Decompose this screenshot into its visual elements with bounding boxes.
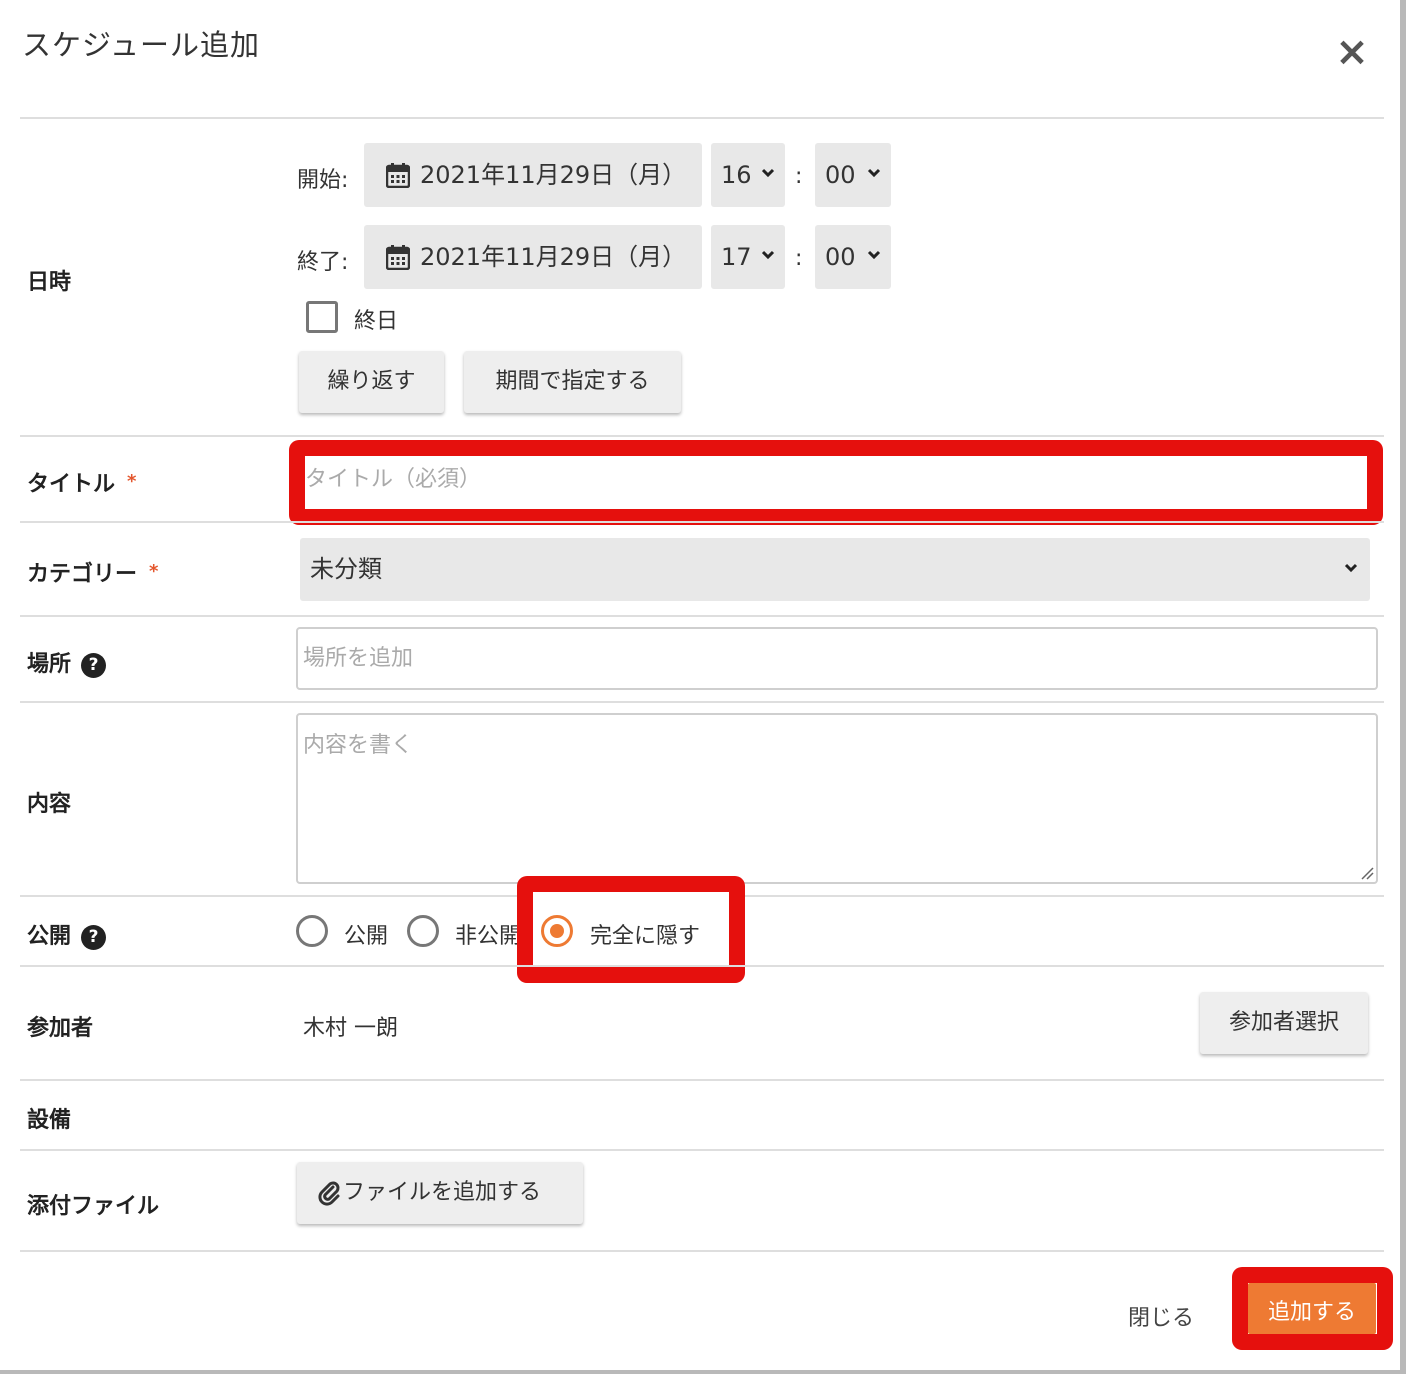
start-minute-select[interactable]: 00 bbox=[815, 143, 891, 207]
chevron-down-icon bbox=[867, 168, 881, 178]
all-day-label: 終日 bbox=[354, 309, 399, 334]
chevron-down-icon bbox=[867, 250, 881, 260]
visibility-label: 公開? bbox=[27, 918, 107, 950]
title-label-text: タイトル bbox=[27, 472, 116, 497]
end-label: 終了: bbox=[297, 250, 349, 275]
schedule-dialog: スケジュール追加 × 日時 開始: 2021年11月29日（月） 16 : 00… bbox=[0, 0, 1400, 1370]
required-mark: * bbox=[149, 561, 159, 582]
select-participants-button[interactable]: 参加者選択 bbox=[1200, 992, 1368, 1054]
divider bbox=[20, 701, 1384, 703]
add-file-label: ファイルを追加する bbox=[343, 1180, 542, 1205]
add-file-button[interactable]: ファイルを追加する bbox=[297, 1162, 583, 1224]
radio-hide-completely-label: 完全に隠す bbox=[590, 924, 701, 949]
category-label-text: カテゴリー bbox=[27, 562, 138, 587]
location-label-text: 場所 bbox=[27, 652, 72, 677]
end-date-value: 2021年11月29日（月） bbox=[420, 243, 687, 271]
divider bbox=[20, 521, 1384, 523]
dialog-title: スケジュール追加 bbox=[22, 28, 260, 62]
equipment-label: 設備 bbox=[27, 1108, 72, 1133]
add-button[interactable]: 追加する bbox=[1248, 1283, 1376, 1334]
end-hour-value: 17 bbox=[721, 243, 752, 271]
radio-private[interactable] bbox=[407, 915, 439, 947]
datetime-label: 日時 bbox=[27, 270, 72, 295]
location-label: 場所? bbox=[27, 646, 107, 678]
all-day-checkbox[interactable] bbox=[306, 301, 338, 333]
start-date-picker[interactable]: 2021年11月29日（月） bbox=[364, 143, 702, 207]
help-icon[interactable]: ? bbox=[81, 653, 107, 678]
end-date-picker[interactable]: 2021年11月29日（月） bbox=[364, 225, 702, 289]
time-separator: : bbox=[795, 246, 803, 271]
participants-label: 参加者 bbox=[27, 1016, 94, 1041]
divider bbox=[20, 117, 1384, 119]
category-value: 未分類 bbox=[310, 555, 382, 583]
end-minute-select[interactable]: 00 bbox=[815, 225, 891, 289]
start-minute-value: 00 bbox=[825, 161, 856, 189]
time-separator: : bbox=[795, 164, 803, 189]
close-button[interactable]: 閉じる bbox=[1128, 1300, 1194, 1332]
paperclip-icon bbox=[318, 1181, 340, 1206]
visibility-label-text: 公開 bbox=[27, 924, 72, 949]
radio-public-label: 公開 bbox=[344, 924, 389, 949]
start-hour-value: 16 bbox=[721, 161, 752, 189]
location-placeholder: 場所を追加 bbox=[303, 646, 414, 671]
start-label: 開始: bbox=[297, 168, 349, 193]
location-input[interactable]: 場所を追加 bbox=[296, 627, 1378, 690]
chevron-down-icon bbox=[1344, 563, 1358, 573]
category-select[interactable]: 未分類 bbox=[300, 538, 1370, 601]
period-button[interactable]: 期間で指定する bbox=[464, 351, 681, 413]
help-icon[interactable]: ? bbox=[81, 925, 107, 950]
radio-hide-completely[interactable] bbox=[541, 915, 573, 947]
required-mark: * bbox=[127, 471, 137, 492]
radio-private-label: 非公開 bbox=[455, 924, 522, 949]
divider bbox=[20, 1079, 1384, 1081]
category-label: カテゴリー * bbox=[27, 556, 158, 588]
repeat-button[interactable]: 繰り返す bbox=[299, 351, 444, 413]
calendar-icon bbox=[386, 163, 410, 188]
title-label: タイトル * bbox=[27, 466, 136, 498]
end-minute-value: 00 bbox=[825, 243, 856, 271]
start-date-value: 2021年11月29日（月） bbox=[420, 161, 687, 189]
chevron-down-icon bbox=[761, 168, 775, 178]
content-label: 内容 bbox=[27, 792, 72, 817]
calendar-icon bbox=[386, 245, 410, 270]
divider bbox=[20, 615, 1384, 617]
content-placeholder: 内容を書く bbox=[303, 733, 414, 758]
radio-public[interactable] bbox=[296, 915, 328, 947]
divider bbox=[20, 965, 1384, 967]
start-hour-select[interactable]: 16 bbox=[711, 143, 785, 207]
resize-handle-icon[interactable] bbox=[1360, 866, 1374, 880]
end-hour-select[interactable]: 17 bbox=[711, 225, 785, 289]
participant-name: 木村 一朗 bbox=[303, 1016, 398, 1041]
highlight-box bbox=[289, 440, 1383, 525]
chevron-down-icon bbox=[761, 250, 775, 260]
close-icon[interactable]: × bbox=[1334, 32, 1370, 72]
content-textarea[interactable]: 内容を書く bbox=[296, 713, 1378, 884]
attachment-label: 添付ファイル bbox=[27, 1194, 160, 1219]
divider bbox=[20, 1250, 1384, 1252]
divider bbox=[20, 435, 1384, 437]
divider bbox=[20, 1149, 1384, 1151]
